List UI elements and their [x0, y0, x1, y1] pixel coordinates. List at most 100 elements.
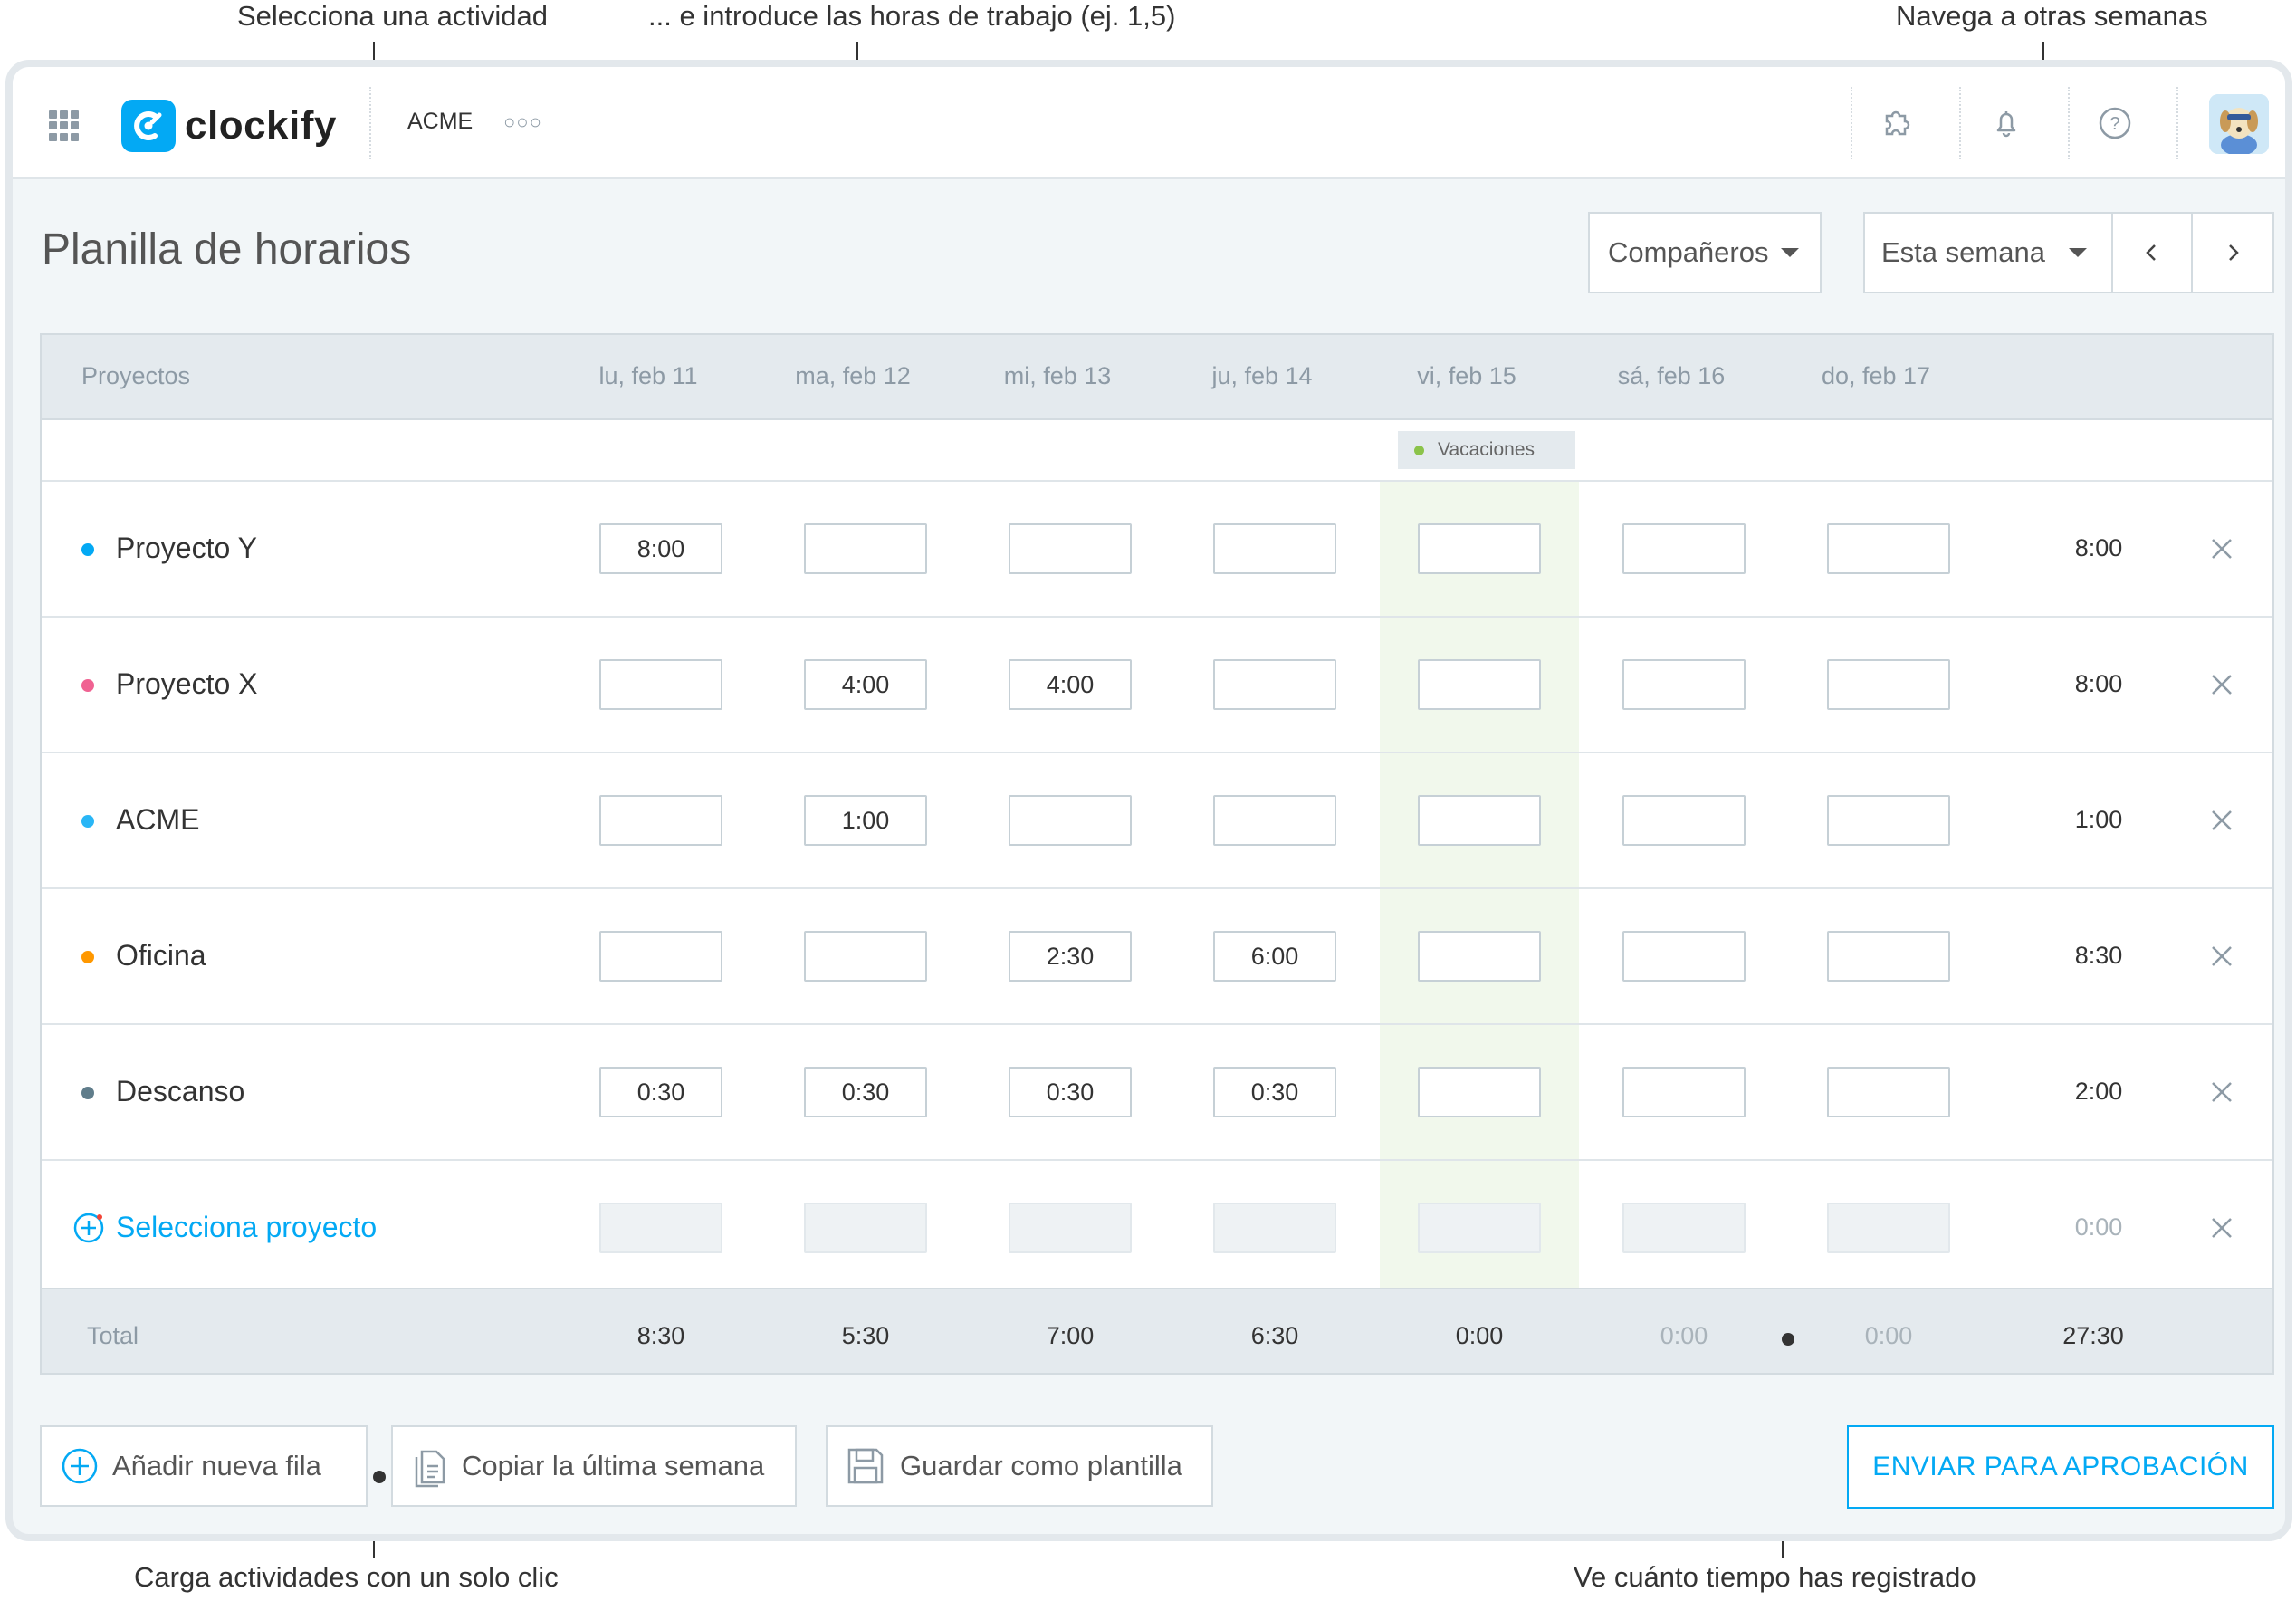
bell-icon[interactable]	[1986, 103, 2026, 143]
time-cell[interactable]	[1009, 523, 1132, 574]
row-total: 1:00	[2074, 806, 2123, 833]
close-icon[interactable]	[2205, 1212, 2238, 1244]
submit-for-approval-button[interactable]: ENVIAR PARA APROBACIÓN	[1847, 1425, 2274, 1509]
time-cell[interactable]	[1213, 523, 1336, 574]
workspace-name[interactable]: ACME	[407, 109, 473, 135]
time-cell-disabled	[1213, 1203, 1336, 1253]
time-cell[interactable]	[1418, 523, 1541, 574]
copy-last-week-label: Copiar la última semana	[462, 1450, 765, 1481]
time-cell[interactable]	[1418, 1067, 1541, 1117]
more-options-icon[interactable]: ○○○	[503, 110, 542, 134]
time-cell[interactable]	[804, 523, 927, 574]
totals-row: Total 8:30 5:30 7:00 6:30 0:00 0:00 0:00…	[42, 1288, 2272, 1373]
time-cell[interactable]	[1418, 795, 1541, 846]
week-label: Esta semana	[1881, 236, 2045, 268]
time-cell[interactable]	[1213, 795, 1336, 846]
time-cell[interactable]	[599, 931, 722, 982]
project-name[interactable]: Proyecto Y	[116, 532, 257, 565]
time-cell[interactable]: 2:30	[1009, 931, 1132, 982]
time-cell[interactable]	[1827, 523, 1950, 574]
day-total: 0:00	[1864, 1322, 1913, 1349]
projects-header: Proyectos	[81, 362, 191, 389]
day-header: vi, feb 15	[1417, 362, 1516, 389]
time-cell[interactable]	[1827, 931, 1950, 982]
time-cell[interactable]: 4:00	[804, 659, 927, 710]
chevron-down-icon	[1781, 248, 1800, 257]
week-dropdown[interactable]: Esta semana	[1863, 212, 2113, 293]
svg-text:?: ?	[2109, 114, 2119, 134]
day-header: sá, feb 16	[1617, 362, 1726, 389]
time-cell[interactable]	[1827, 795, 1950, 846]
time-cell[interactable]: 4:00	[1009, 659, 1132, 710]
time-cell[interactable]	[1622, 1067, 1746, 1117]
close-icon[interactable]	[2205, 532, 2238, 565]
apps-grid-icon[interactable]	[49, 110, 80, 141]
time-cell[interactable]	[599, 795, 722, 846]
day-total: 7:00	[1046, 1322, 1095, 1349]
project-name[interactable]: Oficina	[116, 939, 206, 973]
table-header: Proyectos lu, feb 11 ma, feb 12 mi, feb …	[42, 335, 2272, 420]
time-cell[interactable]	[1622, 523, 1746, 574]
clockify-logo[interactable]: clockify	[121, 100, 337, 152]
time-cell-disabled	[1009, 1203, 1132, 1253]
time-cell[interactable]	[1418, 659, 1541, 710]
page-title: Planilla de horarios	[42, 225, 412, 273]
close-icon[interactable]	[2205, 668, 2238, 701]
chevron-right-icon	[2229, 244, 2239, 261]
project-color-dot	[81, 951, 94, 963]
time-cell[interactable]: 0:30	[599, 1067, 722, 1117]
select-project-link[interactable]: Selecciona proyecto	[116, 1211, 377, 1244]
time-cell[interactable]: 0:30	[1213, 1067, 1336, 1117]
chevron-down-icon	[2068, 248, 2087, 257]
time-cell[interactable]	[1622, 931, 1746, 982]
time-cell[interactable]	[1418, 931, 1541, 982]
row-total: 8:30	[2074, 942, 2123, 969]
topbar-divider	[2176, 87, 2178, 159]
save-template-button[interactable]: Guardar como plantilla	[826, 1425, 1213, 1507]
table-row: Proyecto Y 8:00 8:00	[42, 482, 2272, 618]
callout-enter-hours: ... e introduce las horas de trabajo (ej…	[648, 0, 1176, 32]
day-header: do, feb 17	[1821, 362, 1931, 389]
timesheet-table: Proyectos lu, feb 11 ma, feb 12 mi, feb …	[40, 333, 2274, 1375]
time-cell[interactable]: 0:30	[1009, 1067, 1132, 1117]
day-total: 0:00	[1455, 1322, 1504, 1349]
next-week-button[interactable]	[2191, 212, 2274, 293]
row-total: 8:00	[2074, 670, 2123, 697]
add-project-icon[interactable]	[71, 1210, 107, 1246]
callout-load-activities: Carga actividades con un solo clic	[134, 1561, 559, 1593]
copy-last-week-button[interactable]: Copiar la última semana	[391, 1425, 797, 1507]
previous-week-button[interactable]	[2111, 212, 2193, 293]
time-cell-disabled	[599, 1203, 722, 1253]
avatar[interactable]	[2209, 94, 2269, 154]
time-cell[interactable]	[804, 931, 927, 982]
plus-circle-icon	[62, 1448, 98, 1484]
time-cell-disabled	[804, 1203, 927, 1253]
total-label: Total	[87, 1322, 139, 1349]
add-row-button[interactable]: Añadir nueva fila	[40, 1425, 368, 1507]
time-cell[interactable]: 6:00	[1213, 931, 1336, 982]
project-name[interactable]: Proyecto X	[116, 667, 258, 701]
close-icon[interactable]	[2205, 1076, 2238, 1108]
time-cell[interactable]	[1622, 795, 1746, 846]
day-header: ju, feb 14	[1211, 362, 1313, 389]
teammates-dropdown[interactable]: Compañeros	[1588, 212, 1822, 293]
clockify-logo-text: clockify	[185, 103, 337, 148]
time-cell[interactable]	[1827, 1067, 1950, 1117]
app-window: clockify ACME ○○○ ? Planilla de horarios…	[5, 60, 2292, 1541]
time-cell[interactable]	[1009, 795, 1132, 846]
time-cell[interactable]: 8:00	[599, 523, 722, 574]
help-icon[interactable]: ?	[2095, 103, 2135, 143]
time-cell[interactable]	[599, 659, 722, 710]
row-total: 8:00	[2074, 534, 2123, 561]
project-name[interactable]: Descanso	[116, 1075, 244, 1108]
puzzle-icon[interactable]	[1878, 103, 1918, 143]
time-cell[interactable]	[1827, 659, 1950, 710]
time-cell[interactable]	[1622, 659, 1746, 710]
callout-see-time: Ve cuánto tiempo has registrado	[1574, 1561, 1976, 1593]
time-cell[interactable]: 0:30	[804, 1067, 927, 1117]
time-cell[interactable]	[1213, 659, 1336, 710]
time-cell[interactable]: 1:00	[804, 795, 927, 846]
close-icon[interactable]	[2205, 940, 2238, 973]
project-name[interactable]: ACME	[116, 803, 199, 837]
close-icon[interactable]	[2205, 804, 2238, 837]
